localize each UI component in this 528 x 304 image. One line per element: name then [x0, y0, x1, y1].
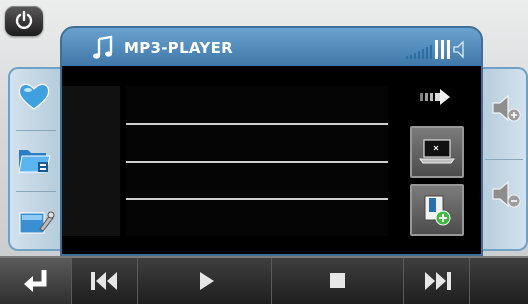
next-button[interactable] — [404, 258, 470, 304]
volume-down-button[interactable] — [481, 161, 528, 251]
playlist-area — [62, 66, 481, 254]
heart-icon — [18, 83, 50, 110]
player-screen: MP3-PLAYER — [0, 0, 528, 304]
arrow-right-icon[interactable] — [418, 88, 454, 106]
power-icon — [15, 11, 33, 29]
add-button[interactable] — [410, 184, 464, 236]
title-bar: MP3-PLAYER — [62, 28, 481, 66]
settings-button[interactable] — [10, 193, 60, 251]
transport-bar — [0, 256, 528, 304]
track-number-column — [62, 86, 120, 236]
stop-icon — [330, 273, 345, 288]
play-icon — [200, 272, 214, 290]
folder-icon — [18, 150, 51, 173]
volume-level-indicator — [406, 40, 464, 59]
speaker-plus-icon — [492, 94, 521, 122]
previous-button[interactable] — [72, 258, 138, 304]
settings-tools-icon — [19, 211, 55, 234]
volume-up-button[interactable] — [481, 69, 528, 159]
track-list[interactable] — [126, 86, 388, 236]
separator — [16, 191, 56, 192]
track-row-divider — [126, 198, 388, 200]
music-note-icon — [93, 35, 113, 59]
back-button[interactable] — [0, 258, 72, 304]
bottom-bar-empty-slot — [470, 258, 528, 304]
right-panel — [481, 67, 528, 251]
laptop-icon — [419, 139, 455, 164]
favorites-button[interactable] — [10, 71, 60, 129]
speaker-minus-icon — [492, 180, 521, 208]
screen-button[interactable] — [410, 126, 464, 178]
folder-button[interactable] — [10, 132, 60, 190]
left-panel — [8, 67, 60, 251]
return-arrow-icon — [24, 270, 47, 292]
power-button[interactable] — [5, 6, 43, 36]
speaker-icon — [453, 40, 464, 59]
main-window: MP3-PLAYER — [60, 26, 483, 256]
stop-button[interactable] — [272, 258, 404, 304]
skip-previous-icon — [91, 272, 117, 290]
app-title: MP3-PLAYER — [124, 39, 233, 57]
track-row-divider — [126, 161, 388, 163]
skip-next-icon — [425, 272, 451, 290]
play-button[interactable] — [138, 258, 272, 304]
separator — [485, 159, 523, 160]
track-row-divider — [126, 123, 388, 125]
document-add-icon — [424, 195, 451, 226]
separator — [16, 130, 56, 131]
